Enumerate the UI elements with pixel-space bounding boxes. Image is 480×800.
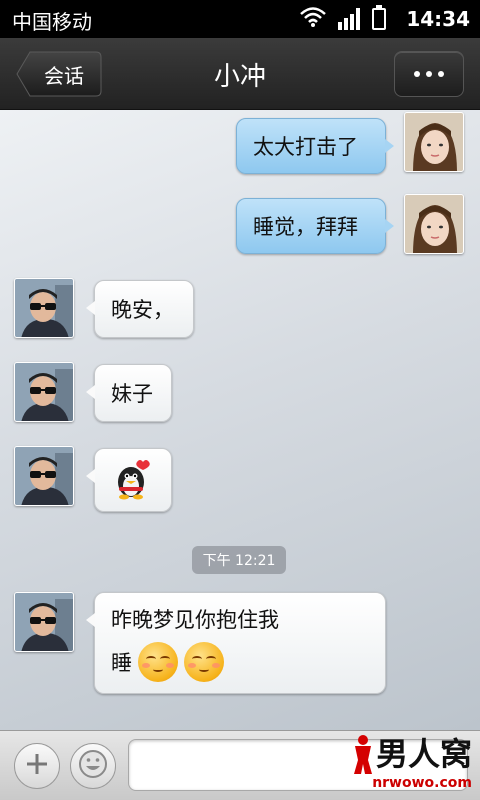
more-button[interactable] (394, 51, 464, 97)
figure-icon (353, 735, 372, 774)
message-bubble-received[interactable]: 妹子 (86, 364, 172, 422)
signal-icon (338, 8, 361, 30)
message-bubble-sent[interactable]: 太大打击了 (236, 118, 394, 174)
message-bubble-received[interactable] (86, 448, 172, 512)
watermark-logo: 男人窝 nrwowo.com (332, 733, 472, 799)
message-timestamp: 下午 12:21 (192, 546, 286, 574)
chat-title: 小冲 (213, 62, 266, 92)
message-text-line2: 睡 (111, 651, 132, 675)
my-avatar[interactable] (404, 194, 464, 254)
status-bar: 中国移动 14:34 (0, 0, 480, 38)
wifi-icon (300, 6, 327, 32)
chat-area[interactable]: 太大打击了 睡觉，拜拜 晚安， 妹子 下午 12:21 昨晚梦见你抱住我 睡 (0, 110, 480, 730)
contact-avatar[interactable] (14, 446, 74, 506)
back-button[interactable]: 会话 (16, 51, 102, 97)
status-icons: 14:34 (300, 5, 470, 33)
contact-avatar[interactable] (14, 362, 74, 422)
message-text: 太大打击了 (253, 135, 358, 159)
message-bubble-received[interactable]: 晚安， (86, 280, 194, 338)
message-line2: 睡 (111, 642, 224, 682)
watermark-main: 男人窝 (350, 733, 472, 775)
my-avatar[interactable] (404, 112, 464, 172)
plus-icon (25, 752, 49, 780)
back-button-label: 会话 (44, 63, 84, 88)
more-dots-icon (414, 71, 444, 77)
input-bar: 男人窝 nrwowo.com (0, 730, 480, 800)
shy-emoji-icon (138, 642, 178, 682)
watermark-url: nrwowo.com (372, 775, 472, 791)
clock: 14:34 (406, 7, 470, 31)
battery-icon (372, 5, 387, 30)
qq-penguin-sticker-icon (113, 456, 153, 505)
contact-avatar[interactable] (14, 278, 74, 338)
carrier-name: 中国移动 (12, 10, 92, 34)
add-button[interactable] (14, 743, 60, 789)
message-bubble-sent[interactable]: 睡觉，拜拜 (236, 198, 394, 254)
message-text-line1: 昨晚梦见你抱住我 (111, 608, 279, 632)
emoji-button[interactable] (70, 743, 116, 789)
message-text: 晚安， (111, 298, 174, 322)
smiley-icon (78, 749, 108, 783)
message-text: 睡觉，拜拜 (253, 215, 358, 239)
message-text: 妹子 (111, 382, 153, 406)
contact-avatar[interactable] (14, 592, 74, 652)
shy-emoji-icon (184, 642, 224, 682)
message-bubble-received[interactable]: 昨晚梦见你抱住我 睡 (86, 592, 386, 694)
nav-bar: 会话 小冲 (0, 38, 480, 110)
